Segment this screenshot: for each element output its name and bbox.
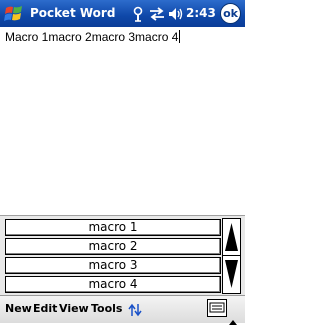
document-text-content: Macro 1macro 2macro 3macro 4 bbox=[5, 30, 179, 44]
macro-list: macro 1 macro 2 macro 3 macro 4 bbox=[5, 219, 221, 295]
macro-scrollbar[interactable] bbox=[222, 218, 241, 294]
macro-panel: macro 1 macro 2 macro 3 macro 4 bbox=[0, 215, 245, 295]
antenna-icon[interactable] bbox=[130, 6, 146, 22]
clock-time[interactable]: 2:43 bbox=[186, 6, 216, 20]
scrollbar-divider bbox=[223, 255, 240, 256]
title-bar: Pocket Word 2:43 ok bbox=[0, 0, 245, 27]
menu-tools[interactable]: Tools bbox=[91, 302, 122, 316]
text-cursor bbox=[179, 30, 181, 43]
scroll-down-arrow-icon[interactable] bbox=[224, 257, 239, 291]
document-area[interactable]: Macro 1macro 2macro 3macro 4 bbox=[0, 27, 245, 215]
windows-start-icon[interactable] bbox=[3, 3, 25, 24]
document-text[interactable]: Macro 1macro 2macro 3macro 4 bbox=[5, 30, 181, 44]
menu-edit[interactable]: Edit bbox=[33, 302, 57, 316]
macro-2-button[interactable]: macro 2 bbox=[5, 238, 221, 255]
macro-3-button[interactable]: macro 3 bbox=[5, 257, 221, 274]
scroll-up-arrow-icon[interactable] bbox=[224, 220, 239, 254]
macro-1-button[interactable]: macro 1 bbox=[5, 219, 221, 236]
macro-4-button[interactable]: macro 4 bbox=[5, 276, 221, 293]
ok-button[interactable]: ok bbox=[220, 3, 241, 24]
app-title: Pocket Word bbox=[30, 6, 116, 20]
chevron-up-icon[interactable] bbox=[229, 310, 237, 325]
menu-view[interactable]: View bbox=[59, 302, 89, 316]
menu-new[interactable]: New bbox=[5, 302, 32, 316]
keyboard-icon[interactable] bbox=[207, 299, 227, 317]
speaker-icon[interactable] bbox=[167, 6, 183, 22]
up-down-arrows-icon[interactable] bbox=[128, 302, 142, 317]
menu-bar: New Edit View Tools bbox=[0, 295, 245, 325]
sync-icon[interactable] bbox=[149, 6, 165, 22]
